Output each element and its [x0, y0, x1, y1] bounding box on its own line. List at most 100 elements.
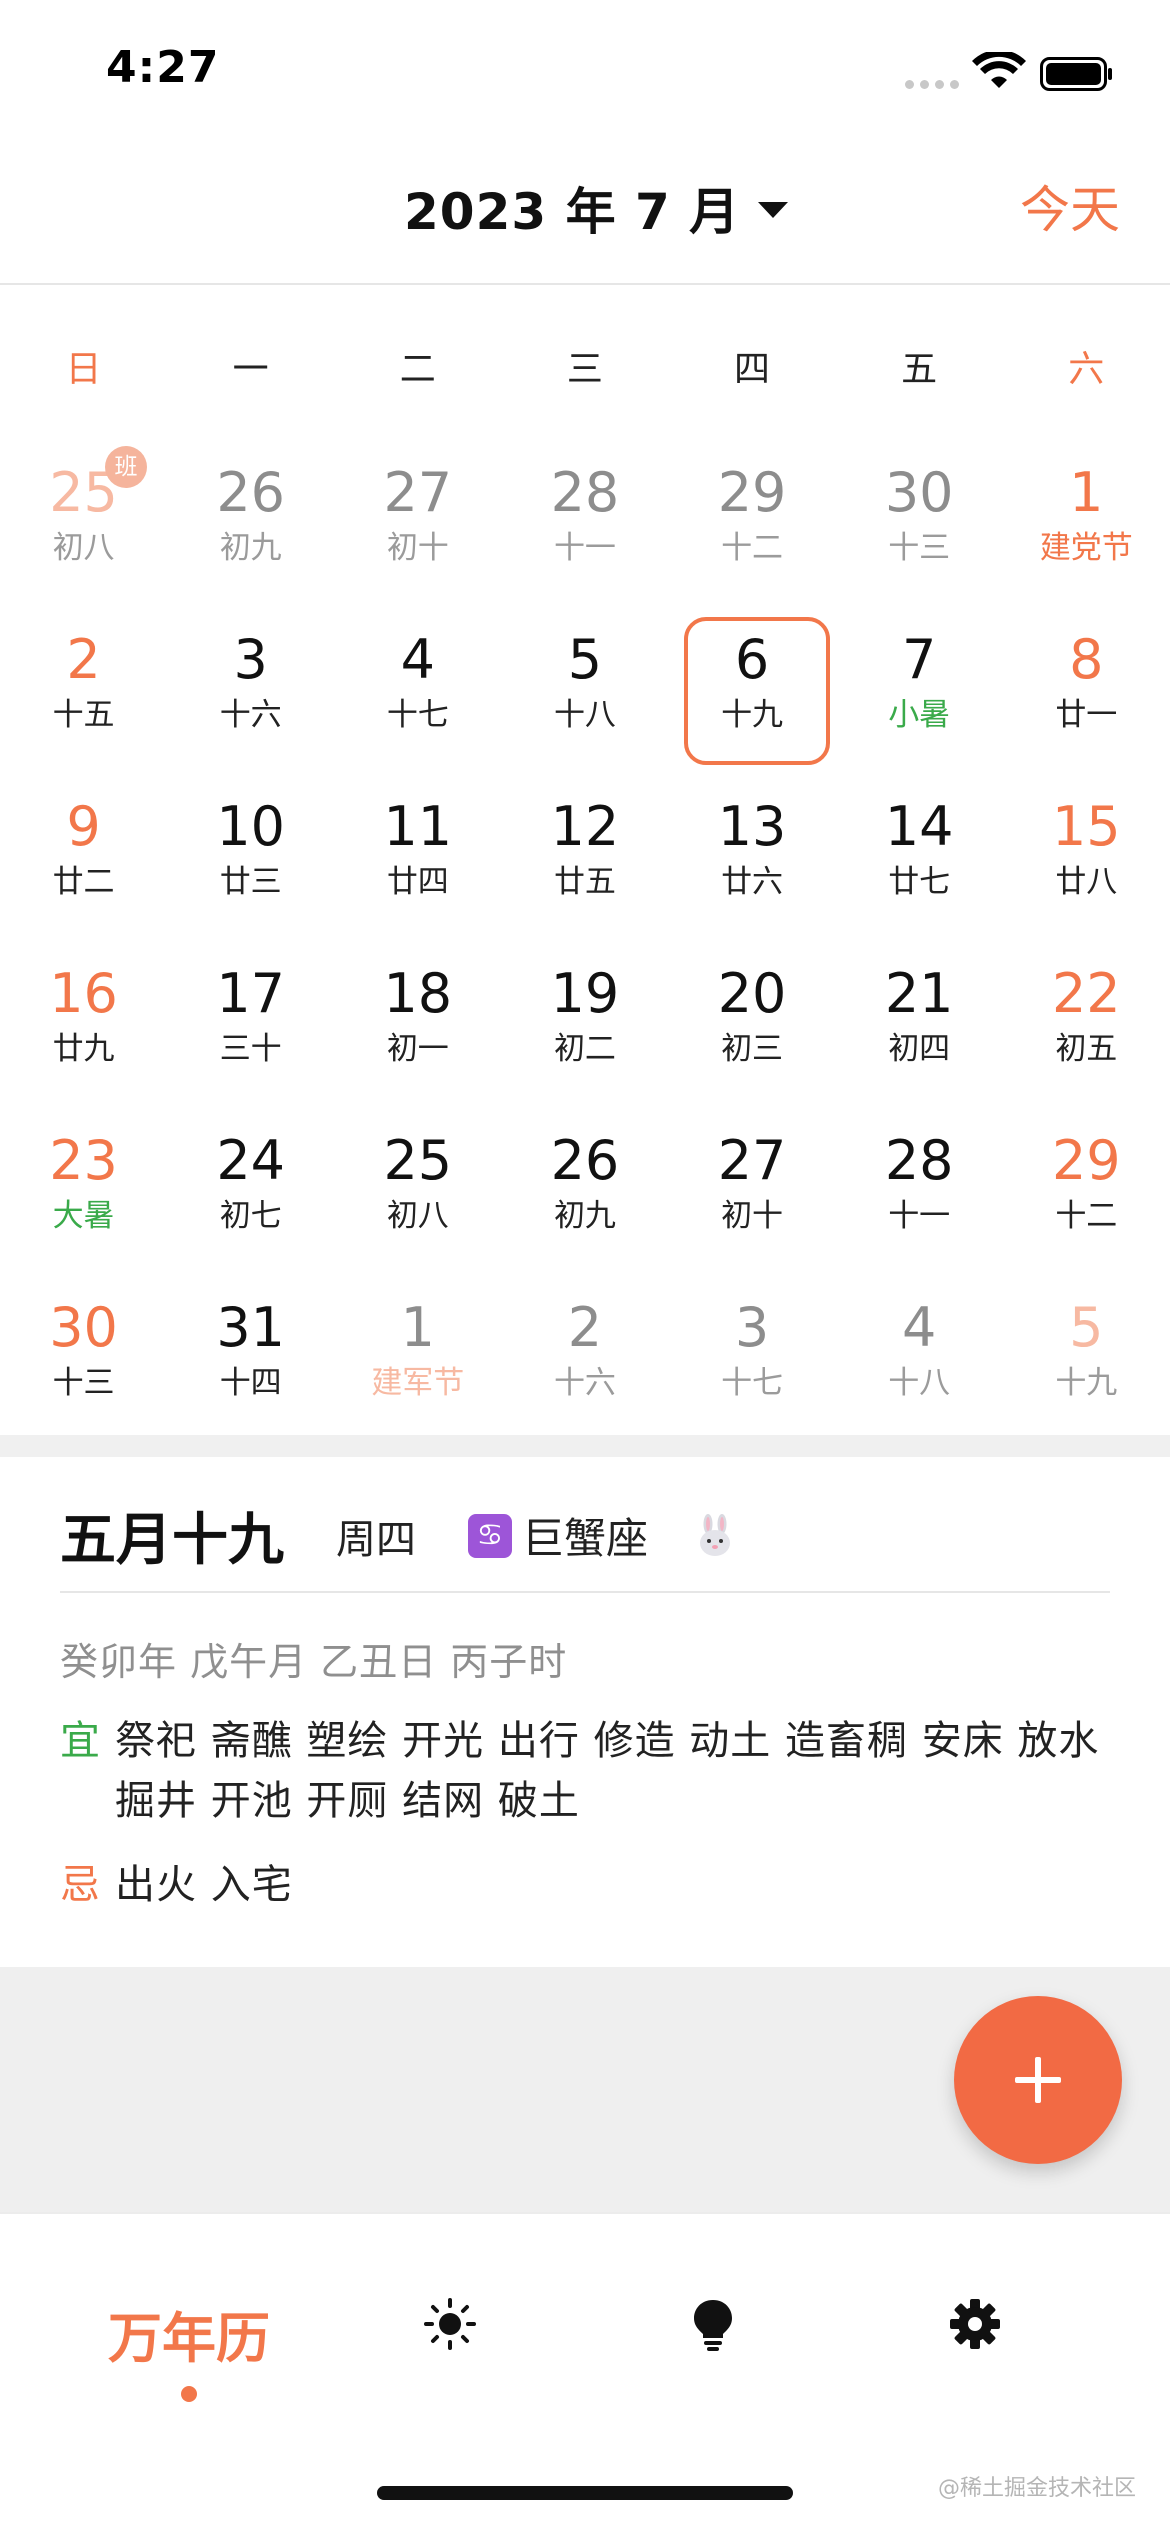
lunar-date-label: 廿六	[721, 864, 784, 900]
day-number: 8	[1069, 628, 1104, 691]
suitable-row: 宜 祭祀 斋醮 塑绘 开光 出行 修造 动土 造畜稠 安床 放水 掘井 开池 开…	[60, 1711, 1120, 1831]
tab-weather[interactable]	[320, 2214, 580, 2414]
day-number: 5	[1069, 1296, 1104, 1359]
day-cell[interactable]: 3 十七	[669, 1275, 836, 1442]
day-cell[interactable]: 1 建党节	[1003, 440, 1170, 607]
day-number: 3	[734, 1296, 770, 1359]
day-number: 24	[216, 1129, 286, 1192]
lunar-date-label: 十三	[52, 1365, 115, 1401]
header: 2023 年 7 月 今天	[0, 140, 1170, 285]
weekday-label: 二	[399, 349, 436, 390]
day-cell[interactable]: 2 十五	[0, 607, 167, 774]
day-cell[interactable]: 22 初五	[1003, 941, 1170, 1108]
lunar-date-label: 十三	[888, 530, 951, 566]
day-cell[interactable]: 23 大暑	[0, 1108, 167, 1275]
day-cell[interactable]: 24 初七	[167, 1108, 334, 1275]
tab-settings[interactable]	[845, 2214, 1105, 2414]
weekday-label: 六	[1068, 349, 1105, 390]
day-cell[interactable]: 25 初八	[334, 1108, 501, 1275]
tab-ideas[interactable]	[583, 2214, 843, 2414]
day-cell[interactable]: 27 初十	[334, 440, 501, 607]
day-cell[interactable]: 11 廿四	[334, 774, 501, 941]
day-number: 1	[400, 1296, 435, 1359]
lunar-date-label: 初十	[721, 1198, 784, 1234]
lunar-date-label: 十五	[52, 697, 115, 733]
day-cell[interactable]: 31 十四	[167, 1275, 334, 1442]
lunar-date-label: 初八	[386, 1198, 449, 1234]
day-cell[interactable]: 27 初十	[669, 1108, 836, 1275]
month-title: 2023 年 7 月	[404, 183, 741, 241]
lunar-date-label: 初二	[553, 1031, 616, 1067]
month-picker[interactable]: 2023 年 7 月	[404, 172, 789, 244]
day-cell[interactable]: 29 十二	[1003, 1108, 1170, 1275]
caret-down-icon	[758, 202, 789, 218]
day-cell[interactable]: 26 初九	[501, 1108, 668, 1275]
day-cell-selected[interactable]: 6 十九	[669, 607, 836, 774]
day-cell[interactable]: 25 初八班	[0, 440, 167, 607]
day-cell[interactable]: 15 廿八	[1003, 774, 1170, 941]
day-cell[interactable]: 30 十三	[0, 1275, 167, 1442]
watermark: @稀土掘金技术社区	[937, 2476, 1136, 2501]
lunar-date-label: 十一	[888, 1198, 951, 1234]
day-cell[interactable]: 12 廿五	[501, 774, 668, 941]
day-number: 4	[400, 628, 435, 691]
day-cell[interactable]: 1 建军节	[334, 1275, 501, 1442]
tab-calendar[interactable]: 万年历	[59, 2214, 319, 2414]
day-number: 27	[383, 461, 453, 524]
lunar-date-label: 十七	[386, 697, 449, 733]
day-cell[interactable]: 26 初九	[167, 440, 334, 607]
today-button[interactable]: 今天	[1020, 170, 1120, 242]
day-number: 30	[884, 461, 954, 524]
detail-header: 五月十九 周四 ♋ 巨蟹座	[60, 1495, 738, 1576]
lunar-date-label: 初五	[1055, 1031, 1118, 1067]
day-number: 22	[1051, 962, 1121, 1025]
lunar-date-label: 初九	[553, 1198, 616, 1234]
day-number: 5	[567, 628, 603, 691]
day-number: 4	[902, 1296, 937, 1359]
home-indicator[interactable]	[377, 2486, 793, 2500]
day-number: 7	[902, 628, 937, 691]
battery-icon	[1040, 57, 1112, 91]
day-cell[interactable]: 21 初四	[836, 941, 1003, 1108]
day-cell[interactable]: 13 廿六	[669, 774, 836, 941]
day-cell[interactable]: 9 廿二	[0, 774, 167, 941]
day-cell[interactable]: 7 小暑	[836, 607, 1003, 774]
day-cell[interactable]: 20 初三	[669, 941, 836, 1108]
lunar-date-label: 初四	[888, 1031, 951, 1067]
zodiac-name: 巨蟹座	[522, 1514, 649, 1563]
day-cell[interactable]: 8 廿一	[1003, 607, 1170, 774]
day-cell[interactable]: 2 十六	[501, 1275, 668, 1442]
day-cell[interactable]: 5 十八	[501, 607, 668, 774]
day-cell[interactable]: 17 三十	[167, 941, 334, 1108]
day-cell[interactable]: 30 十三	[836, 440, 1003, 607]
day-number: 1	[1069, 461, 1104, 524]
lunar-date-label: 十八	[888, 1365, 951, 1401]
day-number: 31	[216, 1296, 286, 1359]
lunar-date-label: 十六	[553, 1365, 616, 1401]
avoid-label: 忌	[60, 1862, 100, 1908]
weekday-header: 日 一 二 三 四 五 六	[0, 340, 1170, 392]
day-number: 21	[884, 962, 954, 1025]
add-event-button[interactable]	[954, 1996, 1122, 2164]
day-cell[interactable]: 28 十一	[501, 440, 668, 607]
day-cell[interactable]: 18 初一	[334, 941, 501, 1108]
day-cell[interactable]: 29 十二	[669, 440, 836, 607]
day-cell[interactable]: 3 十六	[167, 607, 334, 774]
day-cell[interactable]: 4 十八	[836, 1275, 1003, 1442]
day-cell[interactable]: 4 十七	[334, 607, 501, 774]
day-cell[interactable]: 28 十一	[836, 1108, 1003, 1275]
day-number: 29	[1051, 1129, 1121, 1192]
day-number: 9	[66, 795, 101, 858]
day-number: 19	[550, 962, 620, 1025]
day-cell[interactable]: 19 初二	[501, 941, 668, 1108]
day-cell[interactable]: 14 廿七	[836, 774, 1003, 941]
day-cell[interactable]: 5 十九	[1003, 1275, 1170, 1442]
lunar-date-label: 建党节	[1039, 530, 1133, 566]
day-number: 11	[383, 795, 453, 858]
lunar-date-label: 廿七	[888, 864, 951, 900]
lunar-date-label: 十九	[1055, 1365, 1118, 1401]
lunar-date-label: 廿五	[553, 864, 616, 900]
day-cell[interactable]: 16 廿九	[0, 941, 167, 1108]
active-tab-indicator	[181, 2386, 197, 2402]
day-cell[interactable]: 10 廿三	[167, 774, 334, 941]
